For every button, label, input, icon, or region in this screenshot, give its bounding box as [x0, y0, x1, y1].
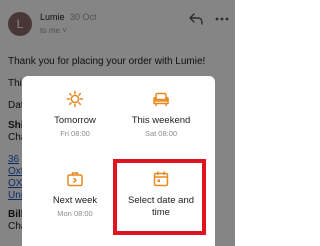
option-time: Mon 08:00 — [57, 209, 93, 218]
briefcase-icon — [67, 172, 83, 187]
sofa-icon — [153, 92, 169, 107]
snooze-option-this-weekend[interactable]: This weekend Sat 08:00 — [118, 90, 204, 138]
highlight-box — [113, 159, 206, 235]
option-title: Next week — [52, 195, 98, 206]
snooze-option-tomorrow[interactable]: Tomorrow Fri 08:00 — [32, 90, 118, 138]
option-title: Tomorrow — [54, 115, 96, 126]
sun-icon — [66, 90, 84, 108]
snooze-option-next-week[interactable]: Next week Mon 08:00 — [32, 170, 118, 218]
option-time: Sat 08:00 — [144, 129, 178, 138]
option-title: This weekend — [131, 115, 191, 126]
option-time: Fri 08:00 — [60, 129, 90, 138]
